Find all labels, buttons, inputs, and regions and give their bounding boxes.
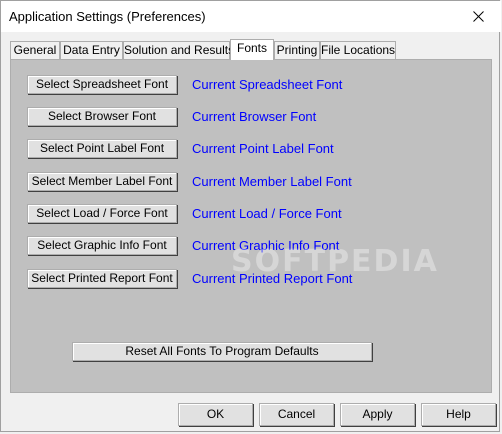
reset-fonts-button[interactable]: Reset All Fonts To Program Defaults	[72, 342, 372, 361]
select-point-label-font-button[interactable]: Select Point Label Font	[27, 139, 177, 158]
fonts-panel: Select Spreadsheet Font Current Spreadsh…	[10, 59, 492, 393]
ok-button[interactable]: OK	[178, 403, 253, 426]
apply-button[interactable]: Apply	[340, 403, 415, 426]
select-graphic-info-font-button[interactable]: Select Graphic Info Font	[27, 236, 177, 255]
close-button[interactable]	[455, 1, 501, 32]
current-member-label-font-label: Current Member Label Font	[192, 174, 352, 189]
tab-fonts[interactable]: Fonts	[230, 39, 274, 60]
select-spreadsheet-font-button[interactable]: Select Spreadsheet Font	[27, 75, 177, 94]
settings-window: Application Settings (Preferences) Gener…	[0, 0, 501, 432]
close-icon	[472, 11, 484, 22]
help-button[interactable]: Help	[421, 403, 496, 426]
tab-data-entry[interactable]: Data Entry	[60, 41, 123, 59]
select-member-label-font-button[interactable]: Select Member Label Font	[27, 172, 177, 191]
current-spreadsheet-font-label: Current Spreadsheet Font	[192, 77, 343, 92]
tab-printing[interactable]: Printing	[274, 41, 320, 59]
current-point-label-font-label: Current Point Label Font	[192, 141, 334, 156]
title-bar: Application Settings (Preferences)	[1, 1, 501, 32]
cancel-button[interactable]: Cancel	[259, 403, 334, 426]
tab-file-locations[interactable]: File Locations	[320, 41, 396, 59]
select-load-force-font-button[interactable]: Select Load / Force Font	[27, 204, 177, 223]
current-printed-report-font-label: Current Printed Report Font	[192, 271, 353, 286]
window-title: Application Settings (Preferences)	[9, 9, 206, 24]
select-printed-report-font-button[interactable]: Select Printed Report Font	[27, 269, 177, 288]
tab-solution-and-results[interactable]: Solution and Results	[123, 41, 234, 59]
select-browser-font-button[interactable]: Select Browser Font	[27, 107, 177, 126]
current-graphic-info-font-label: Current Graphic Info Font	[192, 238, 340, 253]
current-browser-font-label: Current Browser Font	[192, 109, 317, 124]
tab-general[interactable]: General	[10, 41, 60, 59]
current-load-force-font-label: Current Load / Force Font	[192, 206, 342, 221]
